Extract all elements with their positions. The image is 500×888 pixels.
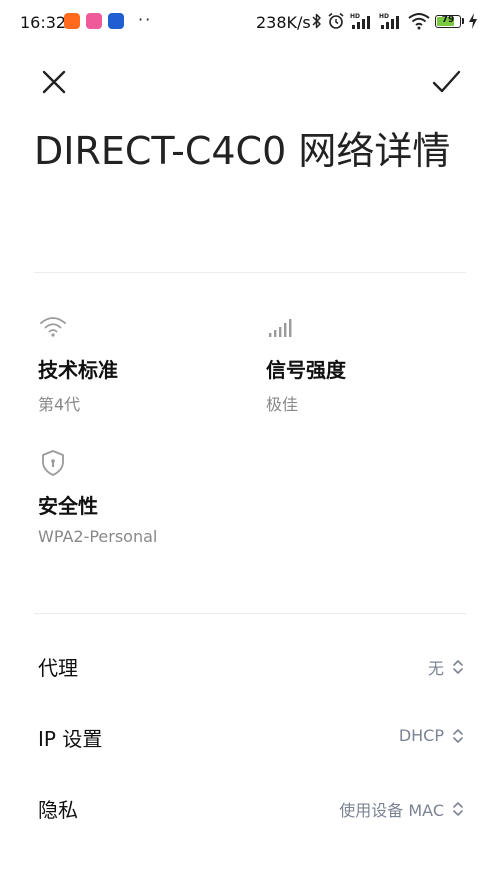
info-security-label: 安全性 bbox=[38, 494, 98, 518]
info-security: 安全性 WPA2-Personal bbox=[38, 448, 238, 546]
signal-strength-icon bbox=[269, 319, 292, 337]
privacy-setting-value[interactable]: 使用设备 MAC bbox=[339, 797, 464, 821]
check-icon bbox=[432, 70, 461, 93]
info-signal-label: 信号强度 bbox=[266, 358, 346, 382]
ip-setting-label: IP 设置 bbox=[38, 727, 103, 751]
info-security-value: WPA2-Personal bbox=[38, 527, 158, 546]
info-signal-value: 极佳 bbox=[266, 395, 299, 414]
proxy-setting-value-text: 无 bbox=[427, 659, 444, 678]
privacy-setting-label: 隐私 bbox=[38, 798, 78, 822]
confirm-button[interactable] bbox=[428, 64, 464, 100]
divider bbox=[34, 613, 466, 614]
close-icon bbox=[42, 70, 66, 94]
bluetooth-icon bbox=[312, 13, 321, 29]
status-icons-right: HD HD 79 bbox=[312, 12, 477, 30]
battery-cap bbox=[462, 18, 464, 24]
privacy-setting-row[interactable]: 隐私 使用设备 MAC bbox=[0, 780, 500, 836]
network-speed: 238K/s bbox=[256, 13, 311, 32]
shield-icon bbox=[42, 450, 64, 476]
privacy-setting-value-text: 使用设备 MAC bbox=[339, 801, 444, 820]
signal-hd-icon: HD bbox=[350, 13, 370, 29]
info-signal: 信号强度 极佳 bbox=[266, 312, 466, 415]
wifi-icon bbox=[40, 317, 66, 337]
hd-label-1: HD bbox=[350, 13, 360, 20]
info-standard-value: 第4代 bbox=[38, 395, 81, 414]
ip-setting-row[interactable]: IP 设置 DHCP bbox=[0, 709, 500, 765]
signal-hd-icon: HD bbox=[379, 13, 399, 29]
chevron-up-down-icon bbox=[453, 802, 463, 816]
battery-icon: 79 bbox=[435, 14, 461, 28]
status-time: 16:32 bbox=[20, 13, 67, 32]
charging-icon bbox=[469, 13, 477, 29]
wifi-icon bbox=[408, 13, 430, 30]
more-notifications-icon: ·· bbox=[138, 10, 153, 29]
battery-level: 79 bbox=[441, 14, 455, 25]
proxy-setting-label: 代理 bbox=[38, 656, 78, 680]
ip-setting-value[interactable]: DHCP bbox=[399, 726, 464, 745]
info-standard-label: 技术标准 bbox=[38, 358, 118, 382]
close-button[interactable] bbox=[36, 64, 72, 100]
proxy-setting-value[interactable]: 无 bbox=[428, 655, 464, 679]
ip-setting-value-text: DHCP bbox=[398, 726, 444, 745]
info-standard: 技术标准 第4代 bbox=[38, 312, 238, 415]
hd-label-2: HD bbox=[379, 13, 389, 20]
chevron-up-down-icon bbox=[453, 728, 463, 743]
blue-app-icon bbox=[108, 13, 124, 29]
page-title: DIRECT-C4C0 网络详情 bbox=[34, 129, 451, 173]
chevron-up-down-icon bbox=[453, 660, 463, 674]
status-app-icons bbox=[64, 13, 124, 29]
proxy-setting-row[interactable]: 代理 无 bbox=[0, 638, 500, 694]
divider bbox=[34, 272, 466, 273]
mi-app-icon bbox=[64, 13, 80, 29]
status-bar: 16:32 ·· 238K/s HD HD 79 bbox=[0, 0, 500, 46]
alarm-icon bbox=[328, 12, 344, 29]
game-app-icon bbox=[86, 13, 102, 29]
